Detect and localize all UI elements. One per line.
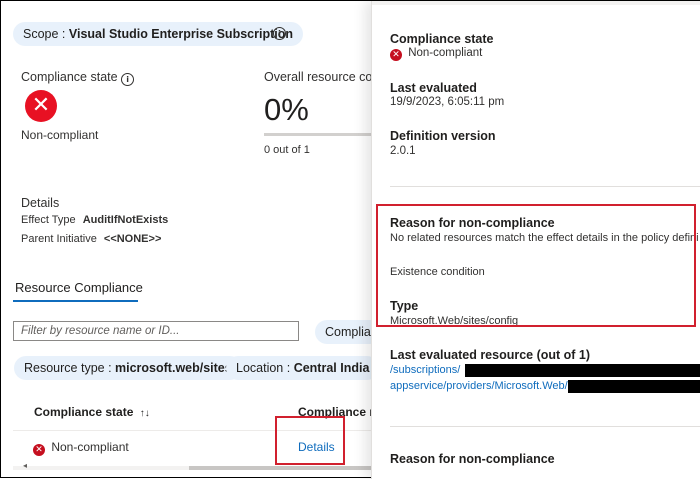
parent-initiative-row: Parent Initiative <<NONE>> [21,233,161,245]
scope-value: Visual Studio Enterprise Subscription [68,27,293,41]
noncompliant-large-icon: ✕ [25,90,57,122]
panel-compliance-state-value: Non-compliant [408,47,483,59]
parent-initiative-value: <<NONE>> [103,233,162,245]
location-label: Location : [236,361,294,375]
tab-resource-compliance[interactable]: Resource Compliance [15,280,143,295]
details-link-highlight [275,416,345,465]
overall-compliance-percent: 0% [264,92,309,127]
panel-noncompliant-icon: ✕ [390,49,402,61]
resource-type-label: Resource type : [24,361,116,375]
panel-compliance-state: ✕ Non-compliant [390,47,482,61]
tab-active-underline [13,300,138,302]
parent-initiative-label: Parent Initiative [21,233,97,245]
scroll-left-arrow-icon[interactable]: ◂ [23,461,27,470]
compliance-details-panel: Compliance state ✕ Non-compliant Last ev… [371,1,700,479]
overall-count: 0 out of 1 [264,144,310,156]
scope-label: Scope : [23,27,69,41]
resource-type-pill[interactable]: Resource type : microsoft.web/sites [14,356,242,380]
overall-progress-bar [264,133,371,136]
filter-input[interactable]: Filter by resource name or ID... [13,321,299,341]
scrollbar-thumb[interactable] [189,466,371,470]
table-row: ✕ Non-compliant [33,440,129,456]
sort-icon[interactable]: ↑↓ [140,408,150,419]
reason-label-2: Reason for non-compliance [390,452,555,466]
panel-top-border [372,1,700,5]
scope-filter-pill[interactable]: Scope : Visual Studio Enterprise Subscri… [13,22,303,46]
definition-version-value: 2.0.1 [390,145,416,157]
resource-path-line-2[interactable]: appservice/providers/Microsoft.Web/ [390,380,568,392]
effect-type-label: Effect Type [21,214,76,226]
compliance-state-heading: Compliance state i [21,70,135,86]
definition-version-label: Definition version [390,129,496,143]
noncompliant-icon: ✕ [33,444,45,456]
last-evaluated-value: 19/9/2023, 6:05:11 pm [390,96,505,108]
horizontal-scrollbar[interactable] [13,466,371,470]
compliance-state-value: Non-compliant [21,128,99,142]
location-value: Central India [293,361,370,375]
filter-placeholder: Filter by resource name or ID... [21,325,180,337]
effect-type-value: AuditIfNotExists [82,214,169,226]
column-header-compliance-state[interactable]: Compliance state ↑↓ [34,405,150,419]
scope-info-icon[interactable]: i [273,27,286,40]
panel-divider-2 [390,426,700,427]
panel-compliance-state-label: Compliance state [390,32,494,46]
redacted-path-1 [465,364,700,377]
last-evaluated-label: Last evaluated [390,81,477,95]
overall-compliance-heading: Overall resource com [264,70,383,84]
redacted-path-2 [568,380,700,393]
details-heading: Details [21,196,60,210]
location-pill[interactable]: Location : Central India [226,356,380,380]
last-evaluated-resource-label: Last evaluated resource (out of 1) [390,348,591,362]
row-compliance-state: Non-compliant [51,440,129,454]
panel-divider-1 [390,186,700,187]
resource-path-line-1[interactable]: /subscriptions/ [390,364,460,376]
resource-type-value: microsoft.web/sites [115,361,232,375]
effect-type-row: Effect Type AuditIfNotExists [21,214,168,226]
compliance-info-icon[interactable]: i [121,73,135,86]
reason-highlight-box [376,204,696,327]
